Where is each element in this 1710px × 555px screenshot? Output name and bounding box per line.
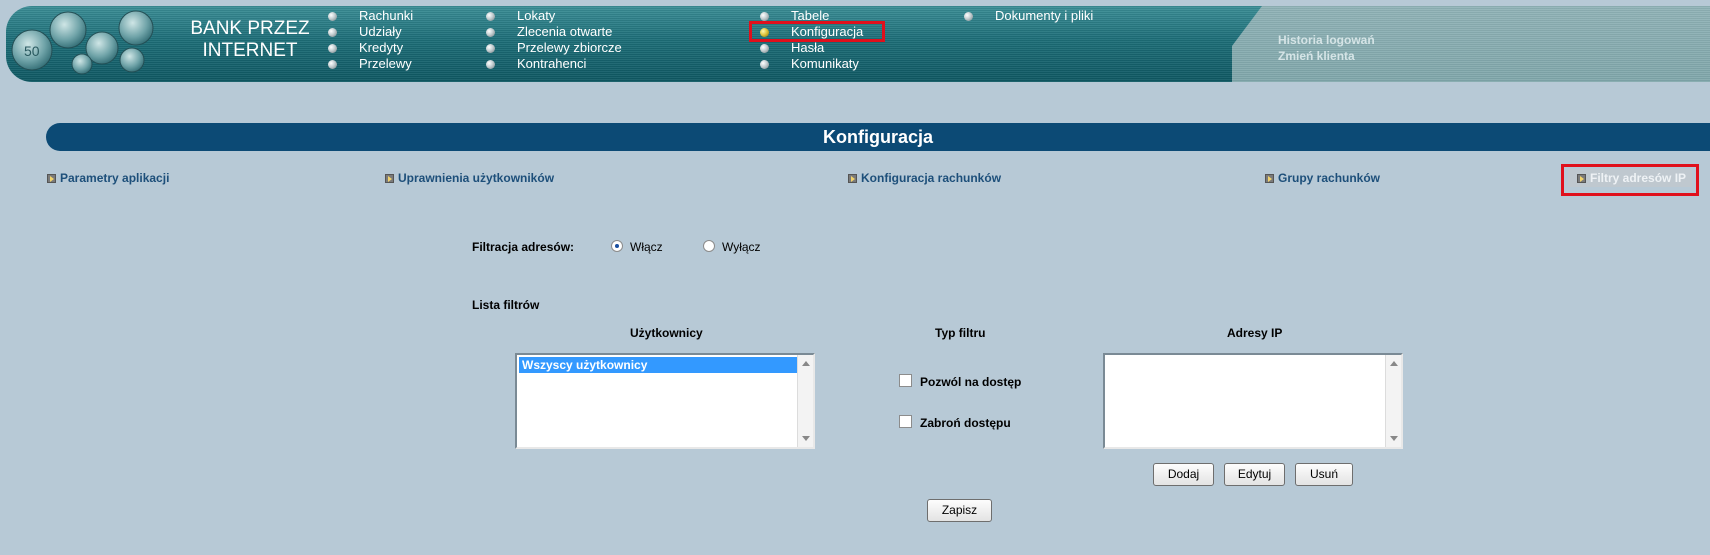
nav-label: Udziały	[359, 24, 402, 39]
checkbox-pozwol-label: Pozwól na dostęp	[920, 375, 1022, 389]
nav-item-rachunki[interactable]: Rachunki	[328, 8, 413, 24]
list-item[interactable]: Wszyscy użytkownicy	[519, 357, 798, 373]
bullet-icon	[328, 59, 337, 69]
bullet-icon	[328, 11, 337, 21]
historia-logowan-link[interactable]: Historia logowań	[1278, 32, 1375, 48]
checkbox-pozwol-na-dostep[interactable]	[899, 374, 912, 387]
arrow-right-icon	[1265, 173, 1274, 183]
bullet-icon	[486, 43, 495, 53]
header-right-links: Historia logowań Zmień klienta	[1278, 32, 1375, 64]
nav-label: Kontrahenci	[517, 56, 587, 71]
nav-label: Hasła	[791, 40, 825, 55]
ip-scrollbar[interactable]	[1385, 355, 1401, 447]
nav-column-1: Rachunki Udziały Kredyty Przelewy	[328, 8, 413, 72]
scroll-down-icon[interactable]	[1390, 436, 1398, 441]
nav-item-przelewy-zbiorcze[interactable]: Przelewy zbiorcze	[486, 40, 622, 56]
filter-type-column-header: Typ filtru	[935, 326, 986, 340]
svg-text:50: 50	[24, 43, 40, 59]
nav-item-kredyty[interactable]: Kredyty	[328, 40, 413, 56]
subnav-uprawnienia-uzytkownikow[interactable]: Uprawnienia użytkowników	[385, 171, 554, 185]
nav-label: Rachunki	[359, 8, 414, 23]
subnav-grupy-rachunkow[interactable]: Grupy rachunków	[1265, 171, 1380, 185]
brand-title: BANK PRZEZ INTERNET	[180, 18, 320, 62]
delete-button[interactable]: Usuń	[1295, 463, 1353, 486]
bullet-icon	[760, 59, 769, 69]
subnav-label: Konfiguracja rachunków	[861, 171, 1002, 185]
brand-line-1: BANK PRZEZ	[190, 18, 310, 39]
arrow-right-icon	[848, 173, 857, 183]
edit-button[interactable]: Edytuj	[1224, 463, 1285, 486]
bullet-icon	[486, 27, 495, 37]
nav-column-4: Dokumenty i pliki	[964, 8, 1093, 24]
ip-column-header: Adresy IP	[1227, 326, 1283, 340]
subnav-konfiguracja-rachunkow[interactable]: Konfiguracja rachunków	[848, 171, 1001, 185]
bullet-icon	[760, 43, 769, 53]
bullet-icon	[760, 11, 769, 21]
nav-column-2: Lokaty Zlecenia otwarte Przelewy zbiorcz…	[486, 8, 622, 72]
top-header: 50 BANK PRZEZ INTERNET Rachunki Udziały …	[0, 0, 1710, 92]
subnav-label: Uprawnienia użytkowników	[398, 171, 555, 185]
users-scrollbar[interactable]	[797, 355, 813, 447]
radio-wlacz-label: Włącz	[630, 240, 663, 254]
bullet-icon	[328, 43, 337, 53]
scroll-up-icon[interactable]	[1390, 361, 1398, 366]
checkbox-zabron-label: Zabroń dostępu	[920, 416, 1011, 430]
subnav-parametry-aplikacji[interactable]: Parametry aplikacji	[47, 171, 169, 185]
arrow-right-icon	[47, 173, 56, 183]
save-button[interactable]: Zapisz	[927, 499, 992, 522]
arrow-right-icon	[385, 173, 394, 183]
subnav-label: Grupy rachunków	[1278, 171, 1381, 185]
nav-label: Przelewy zbiorcze	[517, 40, 622, 55]
bullet-icon	[486, 11, 495, 21]
scroll-up-icon[interactable]	[802, 361, 810, 366]
nav-label: Dokumenty i pliki	[995, 8, 1094, 23]
scroll-down-icon[interactable]	[802, 436, 810, 441]
nav-item-udzialy[interactable]: Udziały	[328, 24, 413, 40]
nav-label: Lokaty	[517, 8, 556, 23]
users-listbox[interactable]: Wszyscy użytkownicy	[515, 353, 815, 449]
radio-wlacz[interactable]	[611, 240, 623, 252]
bullet-icon	[486, 59, 495, 69]
ip-addresses-listbox[interactable]	[1103, 353, 1403, 449]
nav-item-zlecenia-otwarte[interactable]: Zlecenia otwarte	[486, 24, 622, 40]
active-nav-highlight	[749, 21, 885, 42]
radio-wylacz-label: Wyłącz	[722, 240, 761, 254]
nav-label: Kredyty	[359, 40, 404, 55]
bullet-icon	[328, 27, 337, 37]
nav-item-kontrahenci[interactable]: Kontrahenci	[486, 56, 622, 72]
coins-logo-icon: 50	[11, 10, 154, 75]
active-subnav-highlight	[1561, 164, 1699, 196]
nav-item-hasla[interactable]: Hasła	[760, 40, 863, 56]
filter-list-label: Lista filtrów	[472, 298, 540, 312]
nav-label: Komunikaty	[791, 56, 859, 71]
nav-label: Zlecenia otwarte	[517, 24, 613, 39]
brand-line-2: INTERNET	[202, 40, 298, 61]
users-column-header: Użytkownicy	[630, 326, 703, 340]
page-title: Konfiguracja	[46, 123, 1710, 151]
nav-item-dokumenty-i-pliki[interactable]: Dokumenty i pliki	[964, 8, 1093, 24]
radio-wylacz[interactable]	[703, 240, 715, 252]
nav-label: Przelewy	[359, 56, 412, 71]
nav-item-przelewy[interactable]: Przelewy	[328, 56, 413, 72]
nav-item-lokaty[interactable]: Lokaty	[486, 8, 622, 24]
checkbox-zabron-dostepu[interactable]	[899, 415, 912, 428]
nav-item-komunikaty[interactable]: Komunikaty	[760, 56, 863, 72]
subnav-label: Parametry aplikacji	[60, 171, 170, 185]
add-button[interactable]: Dodaj	[1153, 463, 1214, 486]
bullet-icon	[964, 11, 973, 21]
zmien-klienta-link[interactable]: Zmień klienta	[1278, 48, 1375, 64]
filtering-label: Filtracja adresów:	[472, 240, 575, 254]
